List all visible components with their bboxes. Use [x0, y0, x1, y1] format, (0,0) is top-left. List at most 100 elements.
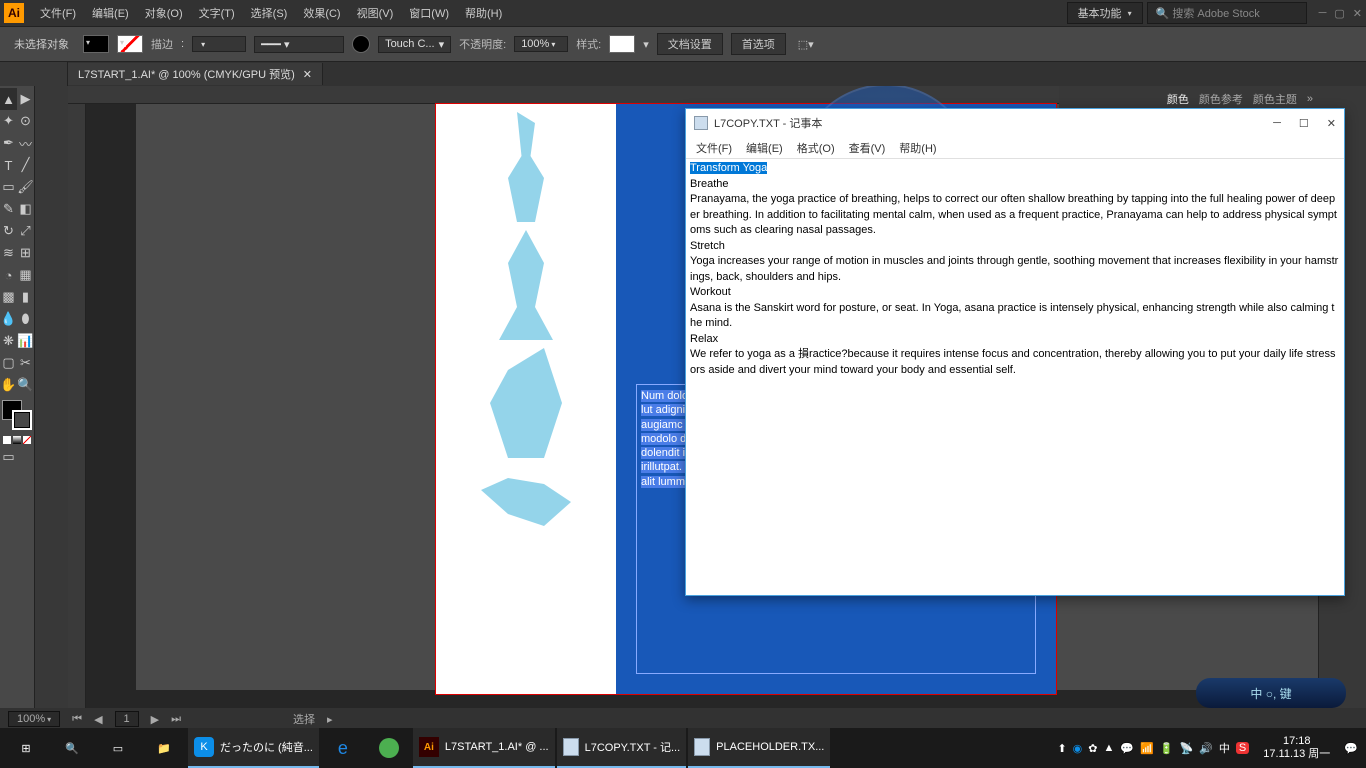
free-transform-tool[interactable]: ⊞ — [17, 242, 34, 264]
taskbar-kugou[interactable]: Kだったのに (純音... — [188, 728, 319, 768]
tray-battery-icon[interactable]: 🔋 — [1160, 742, 1174, 755]
start-button[interactable]: ⊞ — [4, 728, 48, 768]
width-tool[interactable]: ≋ — [0, 242, 17, 264]
menu-edit[interactable]: 编辑(E) — [84, 5, 137, 21]
stroke-swatch[interactable] — [117, 35, 143, 53]
rotate-tool[interactable]: ↻ — [0, 220, 17, 242]
search-button[interactable]: 🔍 — [50, 728, 94, 768]
tab-color-themes[interactable]: 颜色主题 — [1253, 91, 1297, 107]
tray-icon[interactable]: 💬 — [1120, 742, 1134, 755]
tray-wifi-icon[interactable]: 📡 — [1179, 742, 1193, 755]
nav-last-icon[interactable]: ⏭ — [171, 713, 181, 726]
lasso-tool[interactable]: ⊙ — [17, 110, 34, 132]
hand-tool[interactable]: ✋ — [0, 374, 17, 396]
np-menu-file[interactable]: 文件(F) — [690, 138, 738, 158]
slice-tool[interactable]: ✂ — [17, 352, 34, 374]
np-menu-format[interactable]: 格式(O) — [791, 138, 841, 158]
np-menu-view[interactable]: 查看(V) — [843, 138, 892, 158]
notepad-maximize-icon[interactable]: ☐ — [1299, 117, 1309, 130]
status-dropdown-icon[interactable]: ▸ — [327, 713, 333, 726]
notepad-close-icon[interactable]: ✕ — [1327, 117, 1336, 130]
zoom-tool[interactable]: 🔍 — [17, 374, 34, 396]
taskbar-notepad-2[interactable]: PLACEHOLDER.TX... — [688, 728, 830, 768]
yoga-pose-4[interactable] — [481, 466, 571, 526]
align-icon[interactable]: ⬚▾ — [798, 38, 814, 51]
fill-swatch[interactable] — [83, 35, 109, 53]
tab-color[interactable]: 颜色 — [1167, 91, 1189, 107]
menu-window[interactable]: 窗口(W) — [401, 5, 457, 21]
window-maximize-icon[interactable]: ▢ — [1334, 7, 1344, 20]
menu-type[interactable]: 文字(T) — [191, 5, 243, 21]
scale-tool[interactable]: ⤢ — [17, 220, 34, 242]
zoom-level[interactable]: 100% — [8, 711, 60, 727]
taskbar-illustrator[interactable]: AiL7START_1.AI* @ ... — [413, 728, 555, 768]
doc-setup-button[interactable]: 文档设置 — [657, 33, 723, 55]
menu-file[interactable]: 文件(F) — [32, 5, 84, 21]
notepad-window[interactable]: L7COPY.TXT - 记事本 ─ ☐ ✕ 文件(F) 编辑(E) 格式(O)… — [685, 108, 1345, 596]
yoga-pose-1[interactable] — [481, 112, 571, 222]
stock-search-input[interactable]: 🔍 搜索 Adobe Stock — [1147, 2, 1307, 24]
menu-select[interactable]: 选择(S) — [243, 5, 296, 21]
pen-tool[interactable]: ✒ — [0, 132, 17, 154]
explorer-button[interactable]: 📁 — [142, 728, 186, 768]
tab-color-guide[interactable]: 颜色参考 — [1199, 91, 1243, 107]
ime-floating-bar[interactable]: 中 ○, 键 — [1196, 678, 1346, 708]
tray-icon[interactable]: ◉ — [1073, 742, 1083, 755]
menu-help[interactable]: 帮助(H) — [457, 5, 510, 21]
taskbar-notepad-1[interactable]: L7COPY.TXT - 记... — [557, 728, 687, 768]
notepad-titlebar[interactable]: L7COPY.TXT - 记事本 ─ ☐ ✕ — [686, 109, 1344, 137]
brush-tool[interactable]: 🖌 — [17, 176, 34, 198]
menu-view[interactable]: 视图(V) — [349, 5, 402, 21]
task-view-button[interactable]: ▭ — [96, 728, 140, 768]
np-menu-help[interactable]: 帮助(H) — [893, 138, 942, 158]
brush-swatch[interactable] — [352, 35, 370, 53]
brush-def-dd[interactable]: Touch C... ▾ — [378, 36, 451, 53]
line-tool[interactable]: ╱ — [17, 154, 34, 176]
type-tool[interactable]: T — [0, 154, 17, 176]
eyedropper-tool[interactable]: 💧 — [0, 308, 17, 330]
tray-volume-icon[interactable]: 🔊 — [1199, 742, 1213, 755]
stroke-weight-input[interactable] — [192, 36, 246, 52]
taskbar-edge[interactable]: e — [321, 728, 365, 768]
stroke-profile-dd[interactable]: ━━━ ▾ — [254, 36, 344, 53]
magic-wand-tool[interactable]: ✦ — [0, 110, 17, 132]
symbol-sprayer-tool[interactable]: ❋ — [0, 330, 17, 352]
gradient-tool[interactable]: ▮ — [17, 286, 34, 308]
tab-close-icon[interactable]: ✕ — [303, 68, 312, 81]
window-close-icon[interactable]: ✕ — [1353, 7, 1362, 20]
menu-object[interactable]: 对象(O) — [137, 5, 191, 21]
artboard-nav-input[interactable]: 1 — [115, 711, 139, 727]
mesh-tool[interactable]: ▩ — [0, 286, 17, 308]
tray-notifications-icon[interactable]: 💬 — [1344, 742, 1358, 755]
tray-icon[interactable]: ✿ — [1088, 742, 1097, 755]
tray-icon[interactable]: ⬆ — [1057, 742, 1066, 755]
eraser-tool[interactable]: ◧ — [17, 198, 34, 220]
panel-expand-icon[interactable]: » — [1307, 93, 1313, 105]
graph-tool[interactable]: 📊 — [17, 330, 34, 352]
selection-tool[interactable]: ▲ — [0, 88, 17, 110]
tray-clock[interactable]: 17:18 17.11.13 周一 — [1255, 735, 1338, 761]
curvature-tool[interactable]: 〰 — [17, 132, 34, 154]
taskbar-360[interactable] — [367, 728, 411, 768]
np-menu-edit[interactable]: 编辑(E) — [740, 138, 789, 158]
direct-select-tool[interactable]: ▶ — [17, 88, 34, 110]
perspective-tool[interactable]: ▦ — [17, 264, 34, 286]
tray-ime-icon[interactable]: 中 — [1219, 740, 1230, 756]
tray-sogou-icon[interactable]: S — [1236, 742, 1249, 754]
window-minimize-icon[interactable]: ─ — [1319, 7, 1327, 20]
shaper-tool[interactable]: ✎ — [0, 198, 17, 220]
workspace-switcher[interactable]: 基本功能 — [1067, 2, 1143, 24]
nav-first-icon[interactable]: ⏮ — [72, 713, 82, 726]
prefs-button[interactable]: 首选项 — [731, 33, 786, 55]
blend-tool[interactable]: ⬮ — [17, 308, 34, 330]
shape-builder-tool[interactable]: ◔ — [0, 264, 17, 286]
document-tab[interactable]: L7START_1.AI* @ 100% (CMYK/GPU 预览) ✕ — [68, 63, 323, 85]
left-collapsed-panel[interactable] — [34, 86, 68, 708]
rectangle-tool[interactable]: ▭ — [0, 176, 17, 198]
notepad-minimize-icon[interactable]: ─ — [1273, 117, 1281, 130]
fill-stroke-swatch[interactable] — [2, 400, 32, 430]
menu-effect[interactable]: 效果(C) — [295, 5, 348, 21]
yoga-pose-2[interactable] — [481, 230, 571, 340]
tray-network-icon[interactable]: 📶 — [1140, 742, 1154, 755]
artboard-tool[interactable]: ▢ — [0, 352, 17, 374]
